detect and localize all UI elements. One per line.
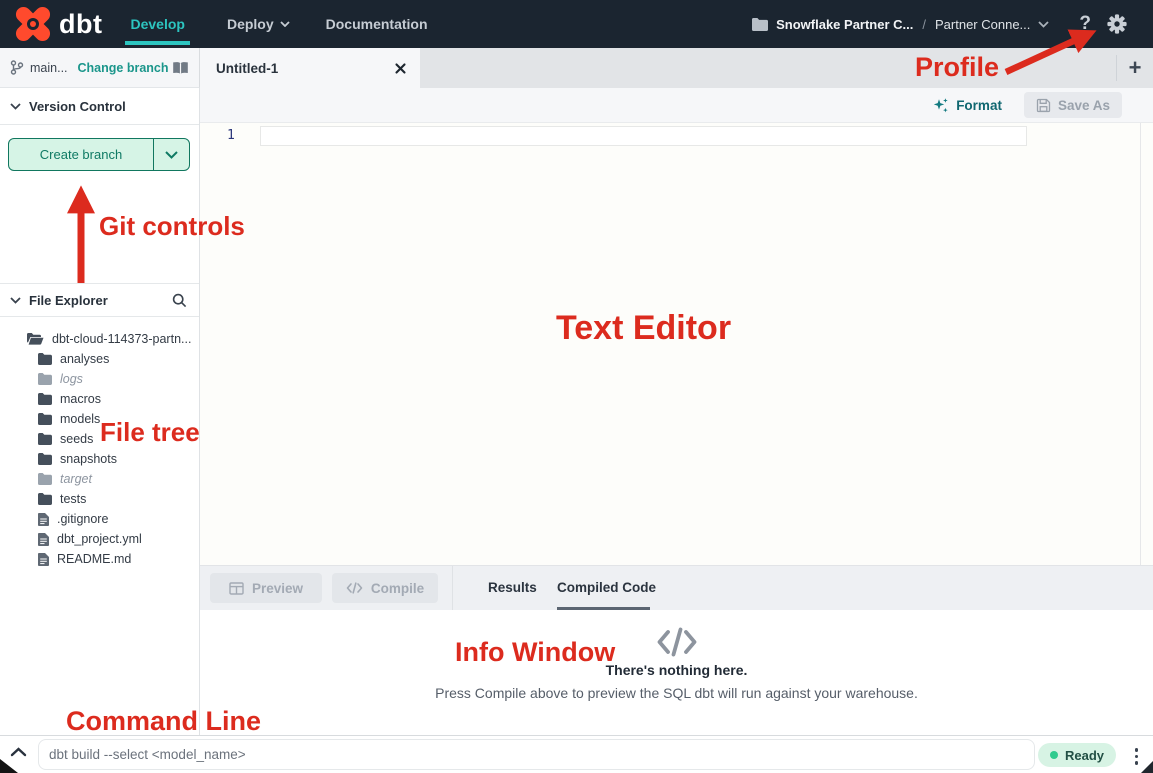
empty-state-subtitle: Press Compile above to preview the SQL d… — [435, 685, 918, 701]
sparkles-icon — [932, 97, 949, 114]
annotation-file-tree: File tree — [100, 417, 200, 448]
resize-grip-icon — [1141, 761, 1153, 773]
scrollbar-track[interactable] — [1140, 123, 1141, 565]
folder-icon — [38, 413, 52, 425]
git-branch-icon — [10, 60, 24, 75]
status-label: Ready — [1065, 748, 1104, 763]
dbt-logo-text: dbt — [59, 9, 102, 40]
create-branch-label[interactable]: Create branch — [9, 139, 154, 170]
chevron-up-icon[interactable] — [10, 747, 27, 757]
search-icon[interactable] — [172, 293, 187, 308]
folder-icon — [38, 373, 52, 385]
tree-item-folder[interactable]: analyses — [0, 349, 199, 369]
folder-icon — [38, 353, 52, 365]
active-line[interactable] — [260, 126, 1027, 146]
breadcrumb-separator: / — [922, 17, 926, 32]
tab-title: Untitled-1 — [216, 61, 278, 76]
annotation-profile: Profile — [915, 52, 999, 83]
save-icon — [1036, 98, 1051, 113]
tree-item-folder[interactable]: snapshots — [0, 449, 199, 469]
annotation-command-line: Command Line — [66, 706, 261, 737]
info-window: There's nothing here. Press Compile abov… — [200, 610, 1153, 735]
branch-bar: main... Change branch — [0, 48, 200, 88]
create-branch-button[interactable]: Create branch — [8, 138, 190, 171]
file-explorer-header[interactable]: File Explorer — [0, 283, 199, 317]
current-branch-label: main... — [30, 61, 68, 75]
dbt-cloud-ide: dbt Develop Deploy Documentation Snowfla… — [0, 0, 1153, 773]
breadcrumb-project: Snowflake Partner C... — [776, 17, 913, 32]
chevron-down-icon — [10, 297, 21, 304]
file-icon — [38, 553, 49, 566]
folder-open-icon — [27, 333, 44, 345]
save-as-button[interactable]: Save As — [1024, 92, 1122, 118]
annotation-arrow-profile — [998, 24, 1110, 82]
editor-toolbar: Format Save As — [200, 88, 1153, 123]
sidebar: Version Control Create branch File Explo… — [0, 88, 200, 735]
tree-item-folder[interactable]: target — [0, 469, 199, 489]
chevron-down-icon — [165, 151, 178, 159]
new-tab-button[interactable]: + — [1117, 48, 1153, 88]
table-icon — [229, 582, 244, 595]
top-navbar: dbt Develop Deploy Documentation Snowfla… — [0, 0, 1153, 48]
file-icon — [38, 513, 49, 526]
tree-item-folder[interactable]: macros — [0, 389, 199, 409]
nav-deploy[interactable]: Deploy — [227, 16, 290, 32]
status-dot — [1050, 751, 1058, 759]
new-tab-area: + — [1116, 48, 1153, 88]
mouse-cursor — [0, 758, 19, 773]
command-input[interactable] — [38, 739, 1035, 770]
tree-item-file[interactable]: README.md — [0, 549, 199, 569]
tree-item-file[interactable]: .gitignore — [0, 509, 199, 529]
tree-item-folder[interactable]: tests — [0, 489, 199, 509]
folder-icon — [38, 433, 52, 445]
tab-results[interactable]: Results — [488, 566, 537, 610]
file-tree: dbt-cloud-114373-partn... analyses logs … — [0, 329, 199, 569]
line-number: 1 — [227, 128, 235, 143]
folder-icon — [38, 453, 52, 465]
annotation-git-controls: Git controls — [99, 211, 245, 242]
compile-button[interactable]: Compile — [332, 573, 438, 603]
folder-icon — [38, 393, 52, 405]
tree-item-file[interactable]: dbt_project.yml — [0, 529, 199, 549]
file-icon — [38, 533, 49, 546]
tree-item-folder[interactable]: logs — [0, 369, 199, 389]
docs-book-icon[interactable] — [172, 61, 189, 75]
folder-icon — [38, 473, 52, 485]
preview-button[interactable]: Preview — [210, 573, 322, 603]
annotation-info-window: Info Window — [455, 637, 615, 668]
command-bar: Ready — [0, 735, 1153, 773]
annotation-arrow-git — [64, 179, 98, 289]
folder-icon — [752, 18, 768, 31]
close-icon[interactable] — [395, 63, 406, 74]
version-control-header[interactable]: Version Control — [0, 88, 199, 125]
create-branch-dropdown[interactable] — [154, 139, 189, 170]
code-icon — [346, 582, 363, 594]
dbt-logo[interactable]: dbt — [14, 5, 102, 43]
empty-state-title: There's nothing here. — [606, 662, 748, 678]
annotation-text-editor: Text Editor — [556, 309, 731, 348]
folder-icon — [38, 493, 52, 505]
tree-item-project-root[interactable]: dbt-cloud-114373-partn... — [0, 329, 199, 349]
bottom-panel-header: Preview Compile Results Compiled Code — [200, 565, 1153, 610]
nav-documentation[interactable]: Documentation — [326, 16, 428, 32]
gear-icon[interactable] — [1107, 14, 1127, 34]
change-branch-link[interactable]: Change branch — [78, 61, 169, 75]
dbt-logo-icon — [14, 5, 52, 43]
code-icon — [655, 626, 699, 658]
version-control-title: Version Control — [29, 99, 126, 114]
chevron-down-icon — [280, 21, 290, 27]
tab-untitled-1[interactable]: Untitled-1 — [200, 48, 420, 88]
status-badge: Ready — [1038, 743, 1116, 767]
chevron-down-icon — [10, 103, 21, 110]
format-button[interactable]: Format — [932, 97, 1002, 114]
file-explorer-title: File Explorer — [29, 293, 108, 308]
tab-compiled-code[interactable]: Compiled Code — [557, 566, 656, 610]
nav-develop[interactable]: Develop — [130, 16, 184, 32]
divider — [452, 566, 453, 610]
